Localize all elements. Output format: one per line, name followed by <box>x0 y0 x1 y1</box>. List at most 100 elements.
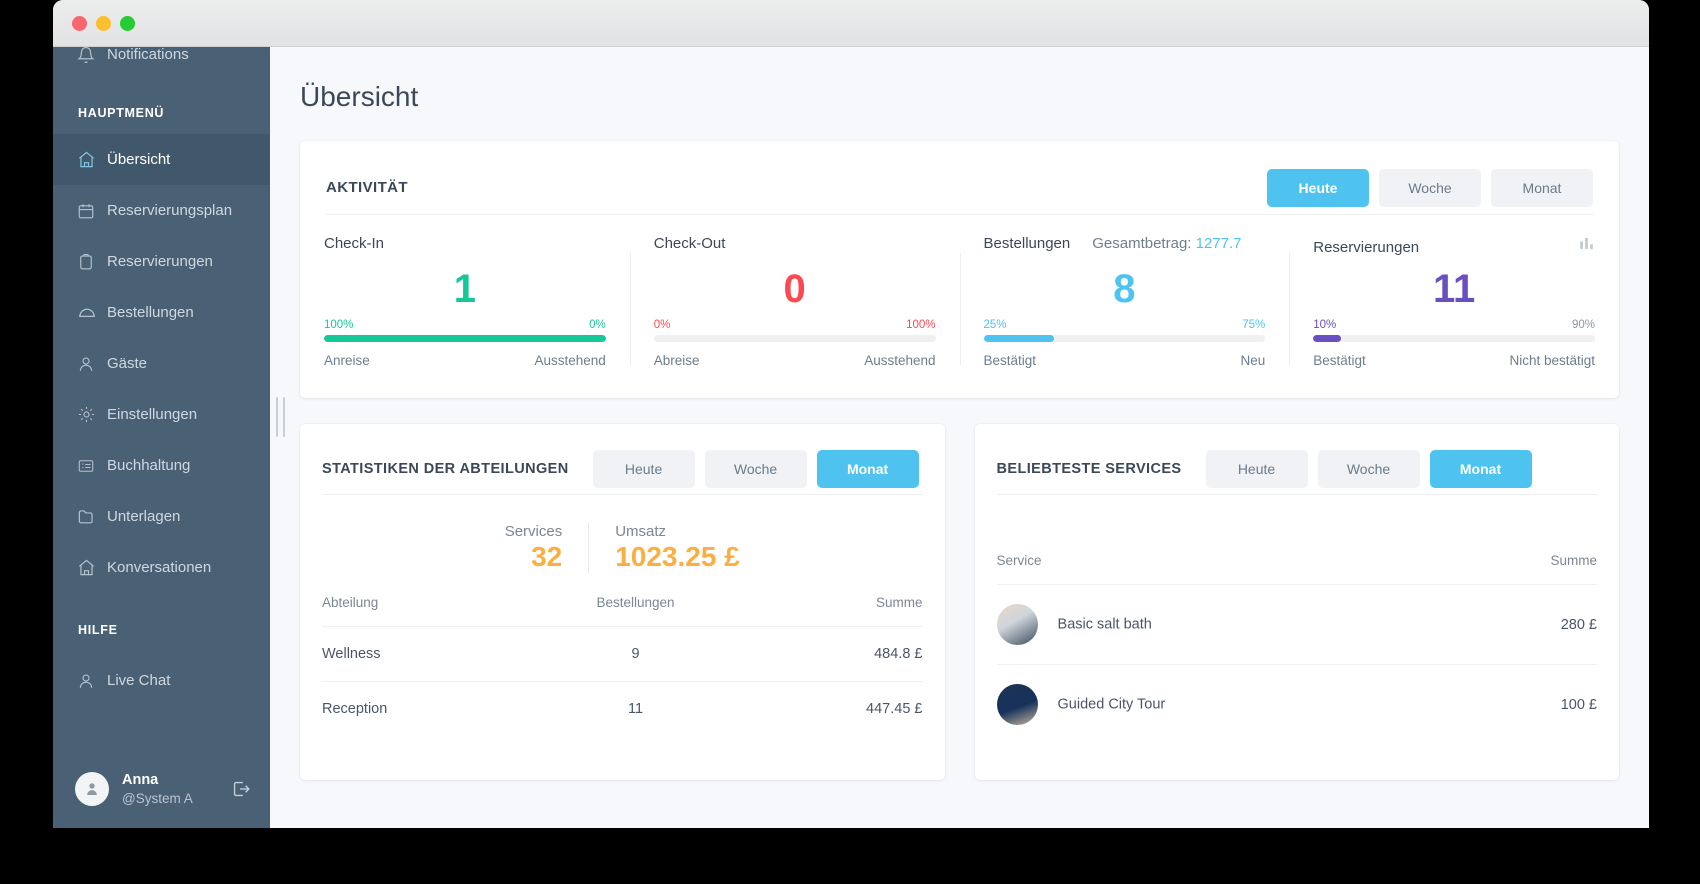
table-head: Service Summe <box>997 529 1598 585</box>
sidebar-item-label: Reservierungen <box>107 253 213 270</box>
service-name: Guided City Tour <box>1057 696 1166 713</box>
sidebar-resize-handle[interactable] <box>276 397 285 437</box>
tab-activity-monat[interactable]: Monat <box>1491 168 1593 207</box>
stat-value: 1 <box>453 267 476 311</box>
sidebar-item-notifications[interactable]: Notifications <box>53 47 270 80</box>
sidebar-item-gaeste[interactable]: Gäste <box>53 338 270 389</box>
sidebar-item-label: Konversationen <box>107 559 212 576</box>
table-row[interactable]: Reception 11 447.45 £ <box>322 680 923 736</box>
sidebar-item-label: Live Chat <box>107 672 171 689</box>
sidebar-item-konversationen[interactable]: Konversationen <box>53 542 270 593</box>
service-thumbnail-icon <box>996 604 1038 645</box>
list-item[interactable]: Basic salt bath 280 £ <box>996 584 1597 665</box>
cell-service: Basic salt bath <box>996 584 1468 665</box>
departments-title: STATISTIKEN DER ABTEILUNGEN <box>322 461 569 477</box>
logout-icon[interactable] <box>230 778 252 800</box>
tab-departments-woche[interactable]: Woche <box>704 450 807 488</box>
stat-check-out: Check-Out 0 0% 100% Abreise Ausstehend <box>629 215 960 368</box>
column-bestellungen: Bestellungen <box>596 594 675 610</box>
activity-card: AKTIVITÄT Heute Woche Monat Check-In 1 1… <box>300 141 1619 398</box>
table-row[interactable]: Wellness 9 484.8 £ <box>322 625 923 682</box>
departments-period-tabs: Heute Woche Monat <box>592 450 919 488</box>
stat-value: 8 <box>1113 267 1136 311</box>
sidebar-item-bestellungen[interactable]: Bestellungen <box>53 287 270 338</box>
maximize-window-button[interactable] <box>120 15 135 31</box>
stat-progress-bar <box>653 335 936 342</box>
stat-progress-bar <box>983 335 1266 342</box>
sidebar-item-uebersicht[interactable]: Übersicht <box>53 134 270 185</box>
total-value: 1023.25 £ <box>615 541 740 572</box>
main-content: Übersicht AKTIVITÄT Heute Woche Monat Ch… <box>270 47 1649 828</box>
tab-activity-woche[interactable]: Woche <box>1379 168 1481 207</box>
departments-table: Abteilung Bestellungen Summe Wellness 9 <box>322 595 923 736</box>
stat-left-percent: 0% <box>653 319 671 331</box>
tab-activity-heute[interactable]: Heute <box>1267 168 1369 207</box>
total-umsatz: Umsatz 1023.25 £ <box>588 523 766 573</box>
bar-chart-icon[interactable] <box>1578 235 1595 257</box>
stat-percent-row: 25% 75% <box>984 319 1266 331</box>
services-title: BELIEBTESTE SERVICES <box>996 461 1182 477</box>
folder-icon <box>77 507 107 526</box>
lower-cards-row: STATISTIKEN DER ABTEILUNGEN Heute Woche … <box>300 424 1619 780</box>
services-table-wrap: Service Summe Basic salt bath 280 £ Guid… <box>975 495 1620 744</box>
tab-services-heute[interactable]: Heute <box>1205 450 1308 488</box>
room-service-icon <box>77 303 107 323</box>
stat-check-in: Check-In 1 100% 0% Anreise Ausstehend <box>300 215 630 368</box>
table-head: Abteilung Bestellungen Summe <box>322 595 923 627</box>
app-window: Notifications HAUPTMENÜ Übersicht Reserv… <box>53 0 1649 828</box>
stat-right-label: Ausstehend <box>534 353 606 368</box>
total-value: 32 <box>531 541 563 572</box>
user-icon <box>77 355 107 373</box>
user-meta: Anna @System A <box>122 771 230 807</box>
stat-left-label: Abreise <box>653 353 700 368</box>
clipboard-icon <box>77 253 107 271</box>
departments-totals: Services 32 Umsatz 1023.25 £ <box>300 495 945 595</box>
sidebar-item-buchhaltung[interactable]: Buchhaltung <box>53 440 270 491</box>
stat-left-percent: 25% <box>983 319 1007 331</box>
stat-total-value: 1277.7 <box>1195 235 1242 252</box>
sidebar-item-label: Reservierungsplan <box>107 202 233 219</box>
sidebar-nav: Notifications HAUPTMENÜ Übersicht Reserv… <box>53 47 270 706</box>
list-item[interactable]: Guided City Tour 100 £ <box>996 664 1597 744</box>
total-services: Services 32 <box>479 523 589 573</box>
stat-right-percent: 75% <box>1242 319 1266 331</box>
sidebar-section-hauptmenu: HAUPTMENÜ <box>78 106 165 120</box>
app-body: Notifications HAUPTMENÜ Übersicht Reserv… <box>53 47 1649 828</box>
table-header-row: Abteilung Bestellungen Summe <box>322 595 923 627</box>
stat-label: Check-Out <box>653 235 726 252</box>
sidebar-item-reservierungen[interactable]: Reservierungen <box>53 236 270 287</box>
sidebar-item-label: Bestellungen <box>107 304 194 321</box>
stat-total-amount: Gesamtbetrag: 1277.7 <box>1092 235 1241 252</box>
minimize-window-button[interactable] <box>96 15 111 31</box>
stat-label-row: Bestätigt Nicht bestätigt <box>1313 353 1595 368</box>
sidebar-item-unterlagen[interactable]: Unterlagen <box>53 491 270 542</box>
service-thumbnail-icon <box>996 684 1038 725</box>
stat-value: 0 <box>783 267 806 311</box>
table-header-row: Service Summe <box>997 529 1598 585</box>
sidebar-item-reservierungsplan[interactable]: Reservierungsplan <box>53 185 270 236</box>
avatar[interactable] <box>75 772 109 806</box>
sidebar-item-live-chat[interactable]: Live Chat <box>53 655 270 706</box>
tab-departments-heute[interactable]: Heute <box>592 450 695 488</box>
stat-label-row: Abreise Ausstehend <box>654 353 936 368</box>
home-icon <box>77 150 107 169</box>
screen: Notifications HAUPTMENÜ Übersicht Reserv… <box>0 0 1700 884</box>
activity-card-header: AKTIVITÄT Heute Woche Monat <box>300 141 1619 214</box>
stat-label: Check-In <box>324 235 385 252</box>
close-window-button[interactable] <box>72 15 87 31</box>
stat-label-row: Bestätigt Neu <box>984 353 1266 368</box>
stat-value: 11 <box>1432 267 1476 311</box>
sidebar-item-label: Einstellungen <box>107 406 198 423</box>
stat-right-label: Neu <box>1240 353 1266 368</box>
cell-service: Guided City Tour <box>996 664 1468 744</box>
tab-services-monat[interactable]: Monat <box>1429 450 1532 488</box>
tab-departments-monat[interactable]: Monat <box>816 450 919 488</box>
stat-left-percent: 100% <box>324 319 354 331</box>
table-body: Wellness 9 484.8 £ Reception 11 447.45 £ <box>322 625 923 736</box>
cell-orders: 9 <box>518 625 753 682</box>
tab-services-woche[interactable]: Woche <box>1317 450 1420 488</box>
sidebar-user-bar: Anna @System A <box>53 750 270 828</box>
sidebar-scroll-area[interactable]: Notifications HAUPTMENÜ Übersicht Reserv… <box>53 47 270 758</box>
sidebar-item-label: Buchhaltung <box>107 457 191 474</box>
sidebar-item-einstellungen[interactable]: Einstellungen <box>53 389 270 440</box>
